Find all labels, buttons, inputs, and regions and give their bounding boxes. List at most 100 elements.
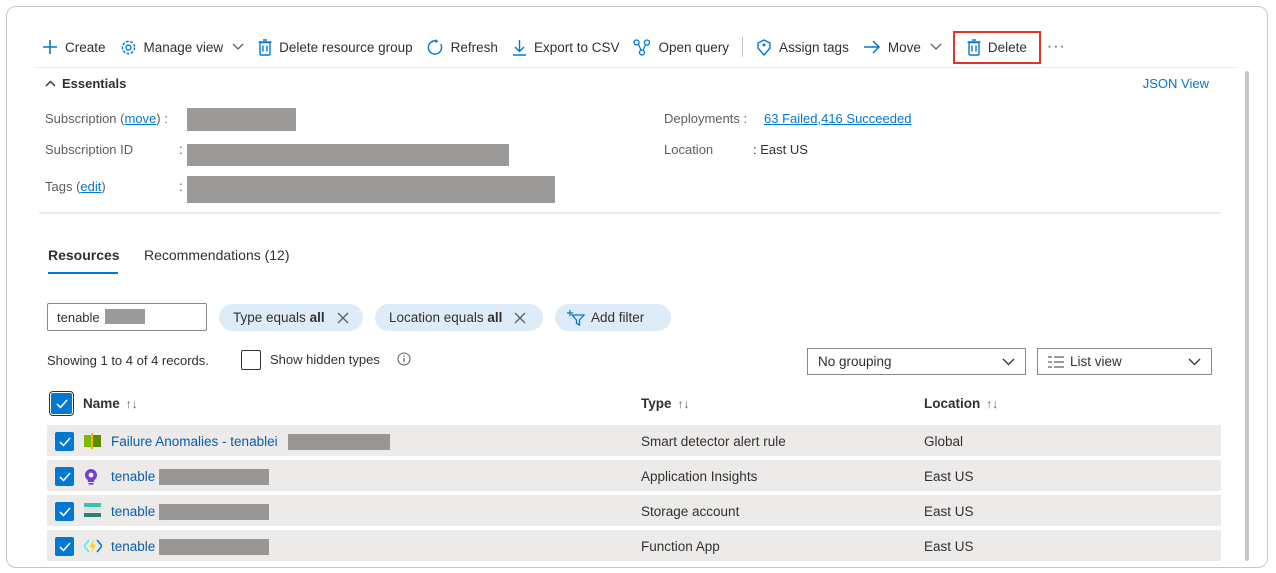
records-count: Showing 1 to 4 of 4 records.	[47, 353, 209, 368]
column-location-label: Location	[924, 396, 981, 411]
view-value: List view	[1070, 354, 1122, 369]
colon: :	[179, 179, 183, 194]
checkmark-icon	[58, 541, 71, 552]
redacted-tags	[187, 176, 555, 203]
toolbar-divider-line	[35, 67, 1237, 68]
sort-icon: ↑↓	[986, 396, 999, 411]
assign-tags-button[interactable]: Assign tags	[749, 32, 856, 62]
deployments-link[interactable]: 63 Failed,416 Succeeded	[764, 111, 911, 126]
resource-name-link[interactable]: tenable	[111, 469, 155, 484]
sort-icon: ↑↓	[677, 396, 690, 411]
storage-icon	[84, 503, 101, 517]
type-filter-pill[interactable]: Type equals all	[219, 304, 363, 331]
location-filter-pill[interactable]: Location equals all	[375, 304, 543, 331]
location-value-text: East US	[760, 142, 808, 157]
scrollbar[interactable]	[1245, 71, 1249, 561]
open-query-button[interactable]: Open query	[626, 32, 736, 62]
table-row[interactable]: tenable Application Insights East US	[47, 460, 1221, 493]
download-icon	[512, 39, 526, 56]
tags-edit-link[interactable]: edit	[80, 179, 101, 194]
sort-icon: ↑↓	[125, 396, 138, 411]
add-filter-label: Add filter	[591, 310, 645, 325]
tags-label-text: Tags	[45, 179, 73, 194]
resource-name-link[interactable]: tenable	[111, 504, 155, 519]
column-header-name[interactable]: Name ↑↓	[83, 396, 138, 411]
location-filter-text: Location equals	[389, 310, 484, 325]
column-type-label: Type	[641, 396, 672, 411]
location-value: : East US	[753, 142, 808, 157]
tab-resources[interactable]: Resources	[48, 247, 120, 263]
row-checkbox[interactable]	[55, 467, 74, 486]
row-checkbox[interactable]	[55, 537, 74, 556]
manage-view-button[interactable]: Manage view	[113, 32, 252, 62]
table-row[interactable]: tenable Storage account East US	[47, 495, 1221, 528]
resource-type: Smart detector alert rule	[641, 434, 786, 449]
show-hidden-checkbox[interactable]	[241, 350, 261, 370]
export-csv-button[interactable]: Export to CSV	[505, 32, 627, 62]
row-checkbox[interactable]	[55, 432, 74, 451]
checkmark-icon	[58, 471, 71, 482]
resource-name-link[interactable]: Failure Anomalies - tenablei	[111, 434, 278, 449]
essentials-divider	[39, 212, 1221, 214]
location-label: Location	[664, 142, 714, 157]
redacted-subscription-id	[187, 144, 509, 166]
trash-icon	[258, 38, 272, 56]
essentials-title: Essentials	[62, 76, 127, 91]
redacted-search-text	[105, 309, 145, 324]
table-row[interactable]: Failure Anomalies - tenablei Smart detec…	[47, 425, 1221, 458]
grouping-value: No grouping	[818, 354, 892, 369]
move-label: Move	[887, 39, 921, 55]
close-icon[interactable]	[514, 312, 526, 324]
essentials-toggle[interactable]: Essentials	[45, 76, 126, 91]
add-filter-button[interactable]: Add filter	[555, 304, 671, 331]
info-icon[interactable]	[397, 352, 411, 366]
more-options-icon[interactable]: ···	[1041, 38, 1072, 56]
resource-location: East US	[924, 539, 974, 554]
chevron-down-icon	[1188, 358, 1201, 365]
row-checkbox[interactable]	[55, 502, 74, 521]
delete-resource-group-button[interactable]: Delete resource group	[251, 32, 420, 62]
create-label: Create	[65, 39, 106, 55]
table-row[interactable]: tenable Function App East US	[47, 530, 1221, 563]
search-value: tenable	[57, 310, 100, 325]
move-button[interactable]: Move	[856, 32, 949, 62]
subscription-id-label: Subscription ID	[45, 142, 134, 157]
delete-button[interactable]: Delete	[952, 30, 1041, 64]
list-view-icon	[1048, 355, 1064, 368]
create-button[interactable]: Create	[35, 32, 113, 62]
redacted-name	[159, 539, 269, 555]
subscription-move-link[interactable]: move	[125, 111, 157, 126]
select-all-checkbox[interactable]	[49, 391, 74, 416]
refresh-icon	[427, 38, 442, 55]
subscription-label-text: Subscription	[45, 111, 117, 126]
app-insights-icon	[84, 468, 98, 485]
open-query-label: Open query	[658, 39, 730, 55]
refresh-button[interactable]: Refresh	[420, 32, 505, 62]
tag-icon	[757, 38, 771, 56]
close-icon[interactable]	[337, 312, 349, 324]
tab-recommendations[interactable]: Recommendations (12)	[144, 247, 290, 263]
location-filter-label: Location equals all	[389, 310, 502, 325]
resource-location: East US	[924, 469, 974, 484]
resource-location: East US	[924, 504, 974, 519]
checkmark-icon	[55, 398, 68, 409]
resource-location: Global	[924, 434, 964, 449]
refresh-label: Refresh	[450, 39, 498, 55]
column-header-location[interactable]: Location ↑↓	[924, 396, 998, 411]
command-bar: Create Manage view Delete resource group…	[35, 29, 1237, 65]
deployments-label-text: Deployments	[664, 111, 740, 126]
column-name-label: Name	[83, 396, 120, 411]
json-view-link[interactable]: JSON View	[1143, 76, 1209, 91]
function-app-icon	[84, 539, 102, 553]
resource-name-link[interactable]: tenable	[111, 539, 155, 554]
query-icon	[633, 38, 651, 56]
show-hidden-label: Show hidden types	[270, 352, 380, 367]
column-header-type[interactable]: Type ↑↓	[641, 396, 690, 411]
resource-type: Function App	[641, 539, 720, 554]
chevron-down-icon	[232, 43, 244, 50]
grouping-dropdown[interactable]: No grouping	[807, 348, 1026, 375]
deployments-label: Deployments :	[664, 111, 748, 126]
resource-type: Application Insights	[641, 469, 758, 484]
view-dropdown[interactable]: List view	[1037, 348, 1212, 375]
redacted-name	[159, 469, 269, 485]
